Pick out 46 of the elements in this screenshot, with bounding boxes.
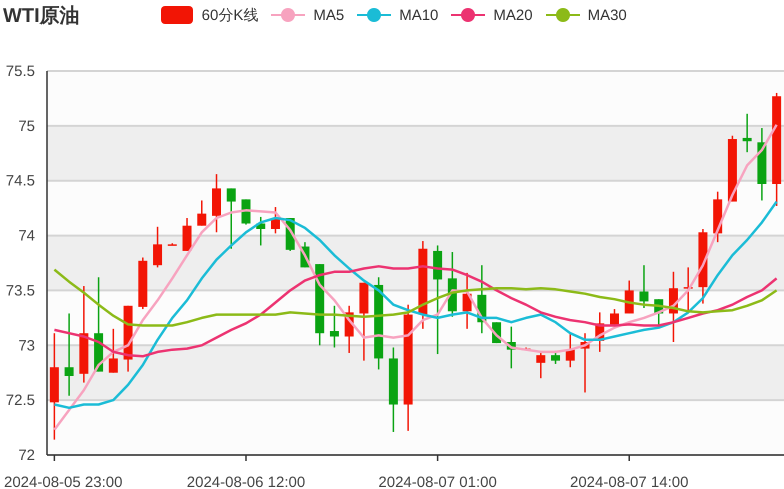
candlestick [595, 312, 604, 352]
candlestick [713, 192, 722, 242]
candlestick [477, 265, 486, 334]
legend-label[interactable]: MA30 [588, 6, 627, 24]
y-axis-label: 74 [18, 228, 35, 245]
candlestick [654, 299, 664, 327]
candlestick [344, 306, 354, 353]
legend-label[interactable]: MA20 [493, 6, 533, 24]
candlestick [668, 272, 678, 342]
y-axis-label: 73 [18, 337, 35, 354]
legend-label[interactable]: MA5 [313, 6, 344, 24]
x-axis-label: 2024-08-06 12:00 [186, 474, 306, 489]
y-axis-label: 73.5 [6, 282, 35, 300]
candlestick [448, 252, 457, 317]
candlestick [566, 332, 575, 368]
candlestick [226, 188, 236, 249]
candlestick [182, 218, 192, 251]
candlestick [462, 272, 472, 329]
x-axis-label: 2024-08-05 23:00 [4, 474, 122, 489]
legend-label[interactable]: MA10 [399, 6, 438, 24]
y-axis-label: 72 [18, 447, 35, 464]
candlestick [580, 333, 590, 392]
candlestick [639, 265, 648, 308]
candlestick [108, 328, 118, 373]
candlestick [506, 326, 516, 368]
candlestick [153, 226, 162, 268]
candlestick [742, 114, 752, 152]
legend-label[interactable]: 60分K线 [202, 6, 258, 24]
y-axis-label: 75 [18, 118, 35, 135]
candlestick [270, 207, 280, 234]
candlestick [330, 306, 339, 348]
candlestick [256, 216, 266, 246]
candlestick [536, 352, 546, 378]
candlestick [610, 309, 619, 326]
y-axis-label: 75.5 [6, 63, 35, 80]
candlestick [168, 243, 177, 246]
y-axis-label: 72.5 [6, 392, 35, 410]
candlestick [551, 350, 560, 364]
candlestick [684, 267, 693, 312]
x-axis-label: 2024-08-07 14:00 [570, 474, 688, 489]
y-axis-label: 74.5 [6, 172, 35, 190]
candlestick [212, 174, 221, 232]
x-axis-label: 2024-08-07 01:00 [378, 474, 497, 489]
chart-title: WTI原油 [3, 4, 80, 28]
candlestick [197, 200, 206, 226]
candlestick [624, 280, 634, 314]
